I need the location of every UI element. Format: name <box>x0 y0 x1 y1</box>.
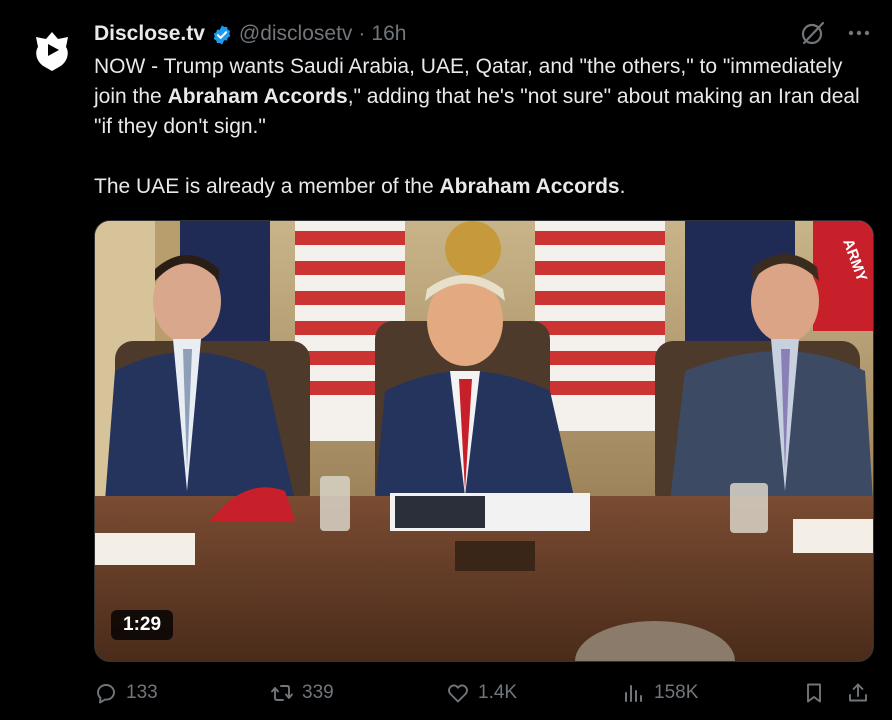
timestamp[interactable]: 16h <box>371 22 406 46</box>
tweet-text: NOW - Trump wants Saudi Arabia, UAE, Qat… <box>94 52 874 202</box>
like-count: 1.4K <box>478 682 518 703</box>
verified-badge-icon <box>213 24 231 45</box>
repost-icon <box>271 685 293 701</box>
tweet-paragraph-2: The UAE is already a member of the Abrah… <box>94 172 874 202</box>
reply-button[interactable]: 133 <box>94 676 158 710</box>
tweet[interactable]: Disclose.tv @disclosetv · 16h NOW - Trum… <box>0 0 892 720</box>
share-icon <box>849 683 867 702</box>
grok-icon[interactable] <box>800 20 826 46</box>
tweet-actions: 133 339 1.4K 158K <box>94 676 872 710</box>
reply-icon <box>97 684 115 704</box>
tweet-paragraph-1: NOW - Trump wants Saudi Arabia, UAE, Qat… <box>94 52 874 142</box>
author-name[interactable]: Disclose.tv <box>94 22 205 46</box>
tweet-text-bold: Abraham Accords <box>167 85 348 108</box>
repost-button[interactable]: 339 <box>270 676 334 710</box>
repost-count: 339 <box>302 682 334 703</box>
more-options-icon[interactable] <box>848 30 870 36</box>
views-chart-icon <box>625 685 642 702</box>
tweet-text-segment: . <box>619 175 626 198</box>
army-flag: ARMY <box>813 221 873 331</box>
author-handle[interactable]: @disclosetv <box>239 22 353 46</box>
tweet-header: Disclose.tv @disclosetv · 16h <box>94 20 406 48</box>
separator-dot: · <box>358 22 366 45</box>
tweet-text-bold: Abraham Accords <box>439 175 620 198</box>
video-frame: ARMY <box>95 221 873 661</box>
tweet-top-actions <box>800 20 870 46</box>
video-duration-badge: 1:29 <box>111 610 174 640</box>
reply-count: 133 <box>126 682 158 703</box>
video-player[interactable]: ARMY <box>94 220 874 662</box>
disclose-logo-icon <box>36 32 68 71</box>
like-button[interactable]: 1.4K <box>446 676 517 710</box>
avatar[interactable] <box>24 22 80 78</box>
share-button[interactable] <box>846 676 870 710</box>
bookmark-icon <box>807 683 821 703</box>
heart-icon <box>448 684 468 703</box>
bookmark-button[interactable] <box>802 676 826 710</box>
views-count: 158K <box>654 682 699 703</box>
views-button[interactable]: 158K <box>622 676 698 710</box>
tweet-text-segment: The UAE is already a member of the <box>94 175 440 198</box>
